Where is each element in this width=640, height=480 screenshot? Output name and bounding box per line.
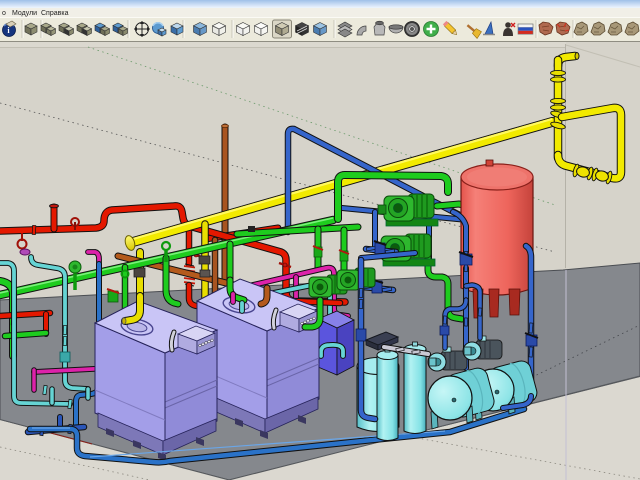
svg-text:о: о bbox=[2, 10, 6, 17]
svg-text:Модули: Модули bbox=[12, 10, 37, 17]
svg-text:Справка: Справка bbox=[41, 10, 69, 17]
